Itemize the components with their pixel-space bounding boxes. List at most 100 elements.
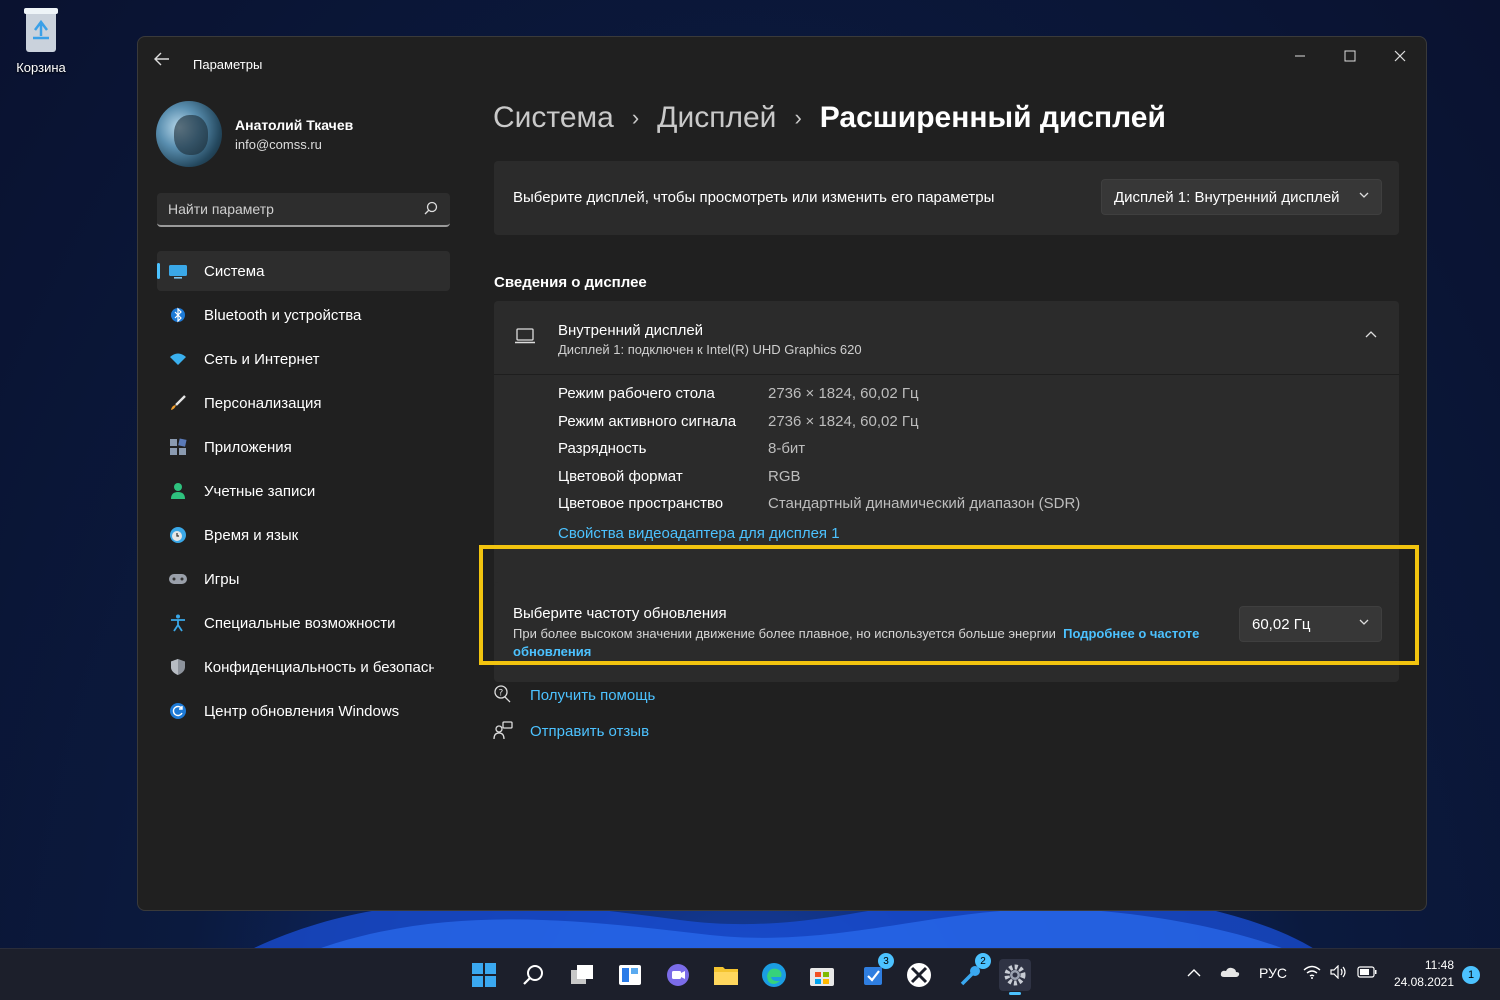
- get-help-link[interactable]: ? Получить помощь: [493, 684, 655, 706]
- sidebar-item-network[interactable]: Сеть и Интернет: [157, 339, 450, 379]
- battery-icon[interactable]: [1357, 965, 1377, 981]
- todo-badge: 3: [878, 953, 894, 969]
- settings-icon[interactable]: [999, 959, 1031, 995]
- display-dropdown-value: Дисплей 1: Внутренний дисплей: [1114, 189, 1340, 206]
- section-title-display-info: Сведения о дисплее: [494, 274, 647, 291]
- wifi-icon[interactable]: [1303, 965, 1321, 982]
- sidebar-item-label: Приложения: [204, 438, 292, 456]
- sidebar-item-system[interactable]: Система: [157, 251, 450, 291]
- sidebar-item-label: Персонализация: [204, 394, 322, 412]
- user-name: Анатолий Ткачев: [235, 117, 354, 133]
- sidebar-item-apps[interactable]: Приложения: [157, 427, 450, 467]
- wifi-icon: [167, 348, 189, 370]
- sidebar-item-accounts[interactable]: Учетные записи: [157, 471, 450, 511]
- clock-time: 11:48: [1424, 958, 1454, 972]
- sidebar-item-privacy[interactable]: Конфиденциальность и безопасность: [157, 647, 450, 687]
- person-icon: [167, 480, 189, 502]
- start-icon[interactable]: [468, 959, 500, 991]
- remote-badge: 2: [975, 953, 991, 969]
- sidebar-item-label: Конфиденциальность и безопасность: [204, 658, 434, 676]
- widgets-icon[interactable]: [614, 959, 646, 991]
- info-key: Режим активного сигнала: [558, 412, 737, 430]
- feedback-icon: [493, 720, 515, 742]
- user-email: info@comss.ru: [235, 137, 322, 152]
- search-icon[interactable]: [517, 959, 549, 991]
- apps-icon: [167, 436, 189, 458]
- recycle-bin-shortcut[interactable]: Корзина: [10, 6, 72, 75]
- sidebar-item-time-language[interactable]: Время и язык: [157, 515, 450, 555]
- svg-text:?: ?: [499, 689, 504, 699]
- brush-icon: [167, 392, 189, 414]
- page-title: Расширенный дисплей: [819, 101, 1166, 134]
- display-info-rows: Режим рабочего стола 2736 × 1824, 60,02 …: [558, 385, 1080, 523]
- sidebar-item-gaming[interactable]: Игры: [157, 559, 450, 599]
- edge-icon[interactable]: [758, 959, 790, 991]
- file-explorer-icon[interactable]: [710, 959, 742, 991]
- sidebar-nav: Система Bluetooth и устройства Сеть и Ин…: [157, 251, 450, 735]
- chevron-up-icon[interactable]: [1365, 327, 1377, 343]
- info-value: RGB: [768, 467, 801, 485]
- chevron-right-icon: ›: [631, 105, 640, 130]
- display-icon: [167, 260, 189, 282]
- accessibility-icon: [167, 612, 189, 634]
- onedrive-cloud-icon[interactable]: [1220, 965, 1240, 981]
- clock-globe-icon: [167, 524, 189, 546]
- sidebar-item-label: Время и язык: [204, 526, 299, 544]
- chevron-up-icon[interactable]: [1187, 965, 1201, 981]
- sidebar-item-personalization[interactable]: Персонализация: [157, 383, 450, 423]
- display-select-card: Выберите дисплей, чтобы просмотреть или …: [494, 161, 1399, 235]
- avatar[interactable]: [156, 101, 222, 167]
- recycle-bin-label: Корзина: [16, 60, 66, 75]
- maximize-button[interactable]: [1327, 43, 1373, 73]
- todo-icon[interactable]: 3: [858, 953, 894, 991]
- remote-tools-icon[interactable]: 2: [955, 953, 991, 991]
- close-button[interactable]: [1377, 43, 1423, 73]
- language-indicator[interactable]: РУС: [1259, 965, 1287, 981]
- sidebar-item-bluetooth[interactable]: Bluetooth и устройства: [157, 295, 450, 335]
- sidebar-item-windows-update[interactable]: Центр обновления Windows: [157, 691, 450, 731]
- clock[interactable]: 11:48 24.08.2021: [1388, 957, 1454, 991]
- help-chat-icon: ?: [493, 684, 515, 706]
- info-row: Режим активного сигнала 2736 × 1824, 60,…: [558, 413, 1080, 441]
- volume-icon[interactable]: [1330, 964, 1348, 982]
- display-info-title: Внутренний дисплей: [558, 322, 704, 339]
- info-key: Цветовое пространство: [558, 495, 724, 512]
- breadcrumb: Система › Дисплей › Расширенный дисплей: [493, 101, 1166, 135]
- info-row: Цветовое пространство Стандартный динами…: [558, 495, 1080, 523]
- laptop-icon: [514, 328, 536, 344]
- minimize-button[interactable]: [1277, 43, 1323, 73]
- task-view-icon[interactable]: [566, 959, 598, 991]
- chevron-down-icon: [1359, 189, 1369, 203]
- info-row: Цветовой формат RGB: [558, 468, 1080, 496]
- store-icon[interactable]: [806, 959, 838, 991]
- sidebar-item-label: Игры: [204, 570, 240, 588]
- sidebar-item-label: Bluetooth и устройства: [204, 306, 362, 324]
- info-value: 8-бит: [768, 440, 806, 457]
- info-key: Цветовой формат: [558, 467, 683, 485]
- notification-badge[interactable]: 1: [1462, 966, 1480, 984]
- display-info-subtitle: Дисплей 1: подключен к Intel(R) UHD Grap…: [558, 342, 862, 357]
- window-title: Параметры: [193, 57, 263, 72]
- sidebar-item-label: Центр обновления Windows: [204, 702, 400, 720]
- sidebar-item-accessibility[interactable]: Специальные возможности: [157, 603, 450, 643]
- info-row: Разрядность 8-бит: [558, 440, 1080, 468]
- send-feedback-link[interactable]: Отправить отзыв: [493, 720, 649, 742]
- breadcrumb-display[interactable]: Дисплей: [657, 101, 776, 135]
- search-input[interactable]: [157, 193, 417, 225]
- recycle-bin-icon: [21, 6, 61, 54]
- adapter-properties-link[interactable]: Свойства видеоадаптера для дисплея 1: [558, 525, 840, 542]
- display-dropdown[interactable]: Дисплей 1: Внутренний дисплей: [1101, 179, 1382, 215]
- breadcrumb-system[interactable]: Система: [493, 101, 614, 135]
- info-value: 2736 × 1824, 60,02 Гц: [768, 385, 919, 402]
- sidebar-item-label: Сеть и Интернет: [204, 350, 320, 368]
- search-icon[interactable]: [424, 201, 438, 215]
- xbox-icon[interactable]: [903, 959, 935, 991]
- send-feedback-label: Отправить отзыв: [530, 722, 650, 740]
- info-key: Режим рабочего стола: [558, 385, 715, 402]
- sidebar-item-label: Система: [204, 262, 265, 280]
- back-arrow-icon[interactable]: [154, 50, 176, 70]
- chat-icon[interactable]: [662, 959, 694, 991]
- get-help-label: Получить помощь: [530, 686, 656, 704]
- display-info-header[interactable]: Внутренний дисплей Дисплей 1: подключен …: [494, 301, 1399, 375]
- title-bar: Параметры: [138, 37, 1426, 81]
